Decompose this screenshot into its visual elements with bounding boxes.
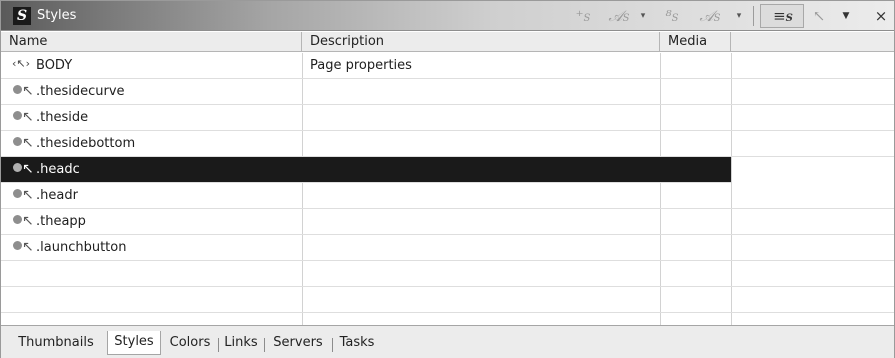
pointer-icon: ↖: [22, 109, 34, 125]
style-name: .theside: [36, 110, 89, 125]
pointer-icon: ↖: [22, 187, 34, 203]
tab-tasks[interactable]: Tasks: [335, 332, 379, 354]
styles-app-icon: S: [13, 7, 31, 25]
table-row-selected[interactable]: ↖ .headc: [1, 157, 731, 183]
table-row[interactable]: ↖ .theside: [1, 105, 894, 131]
pointer-icon: ↖: [22, 213, 34, 229]
style-name: .headc: [36, 162, 80, 177]
column-header-media[interactable]: Media: [660, 32, 731, 52]
title-bar[interactable]: S Styles ⁺S 𝒜S ▾ ⁸S 𝒜S ▾ ≡S ↖ ▼ ×: [1, 1, 894, 31]
table-row[interactable]: ↖ .thesidebottom: [1, 131, 894, 157]
class-style-icon: [13, 241, 22, 250]
style-description: Page properties: [310, 58, 412, 73]
styles-panel: S Styles ⁺S 𝒜S ▾ ⁸S 𝒜S ▾ ≡S ↖ ▼ × Name D…: [0, 0, 895, 358]
style-name: BODY: [36, 58, 73, 73]
dropdown-arrow-2-icon[interactable]: ▾: [734, 7, 744, 25]
style-name: .headr: [36, 188, 78, 203]
toolbar-divider: [753, 6, 754, 26]
styles-table: ‹↖› BODY Page properties ↖ .thesidecurve…: [1, 53, 894, 325]
panel-title: Styles: [37, 8, 77, 23]
tab-thumbnails[interactable]: Thumbnails: [7, 332, 105, 354]
pointer-icon[interactable]: ↖: [809, 5, 829, 27]
class-style-icon: [13, 111, 22, 120]
table-row[interactable]: ↖ .theapp: [1, 209, 894, 235]
style-name: .launchbutton: [36, 240, 127, 255]
style-name: .thesidecurve: [36, 84, 125, 99]
dropdown-arrow-icon[interactable]: ▾: [638, 7, 648, 25]
style-list-button[interactable]: ≡S: [760, 4, 804, 28]
pointer-icon: ↖: [22, 83, 34, 99]
tab-servers[interactable]: Servers: [267, 332, 329, 354]
style-name: .theapp: [36, 214, 86, 229]
style-sheet-icon[interactable]: 𝒜S: [693, 5, 727, 27]
tab-colors[interactable]: Colors: [165, 332, 215, 354]
tab-divider: [264, 338, 265, 352]
table-header: Name Description Media: [1, 32, 894, 52]
pointer-icon: ↖: [22, 161, 34, 177]
panel-tab-bar: Thumbnails Styles Colors Links Servers T…: [1, 325, 894, 358]
pointer-icon: ↖: [22, 135, 34, 151]
table-row-empty: [1, 287, 894, 313]
menu-triangle-icon[interactable]: ▼: [841, 7, 851, 25]
tab-divider: [218, 338, 219, 352]
class-style-icon: [13, 85, 22, 94]
column-header-extra: [731, 32, 894, 52]
table-row[interactable]: ↖ .launchbutton: [1, 235, 894, 261]
table-row[interactable]: ↖ .headr: [1, 183, 894, 209]
body-tag-icon: ‹↖›: [12, 57, 31, 70]
column-header-description[interactable]: Description: [302, 32, 660, 52]
tab-styles[interactable]: Styles: [107, 331, 161, 355]
edit-style-icon[interactable]: 𝒜S: [602, 5, 636, 27]
style-list-icon: ≡S: [773, 7, 793, 25]
class-style-icon: [13, 163, 22, 172]
table-row[interactable]: ‹↖› BODY Page properties: [1, 53, 894, 79]
pointer-icon: ↖: [22, 239, 34, 255]
class-style-icon: [13, 189, 22, 198]
close-icon[interactable]: ×: [873, 5, 889, 27]
tab-divider: [332, 338, 333, 352]
table-row-empty: [1, 261, 894, 287]
style-name: .thesidebottom: [36, 136, 136, 151]
column-header-name[interactable]: Name: [1, 32, 302, 52]
tab-links[interactable]: Links: [221, 332, 261, 354]
new-style-icon[interactable]: ⁺S: [566, 5, 600, 27]
duplicate-style-icon[interactable]: ⁸S: [655, 5, 689, 27]
class-style-icon: [13, 215, 22, 224]
table-row[interactable]: ↖ .thesidecurve: [1, 79, 894, 105]
class-style-icon: [13, 137, 22, 146]
